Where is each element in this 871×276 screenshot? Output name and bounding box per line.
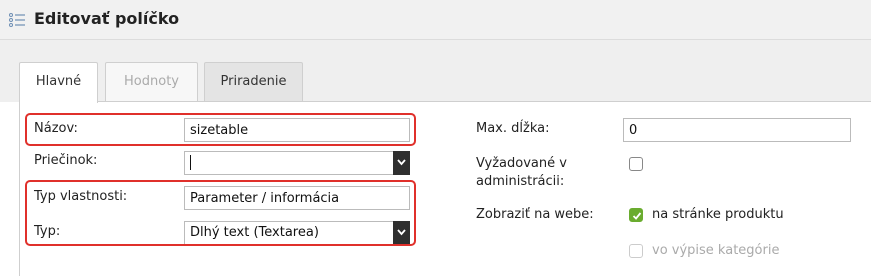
- show-on-web-label: Zobraziť na webe:: [476, 207, 594, 222]
- folder-label: Priečinok:: [34, 153, 98, 168]
- required-label-line1: Vyžadované v: [476, 156, 567, 171]
- tab-priradenie[interactable]: Priradenie: [204, 62, 303, 101]
- highlight-name: [25, 113, 416, 146]
- highlight-type-group: [25, 180, 416, 246]
- chevron-down-icon[interactable]: [393, 151, 410, 175]
- required-label-line2: administrácii:: [476, 174, 565, 189]
- maxlen-label: Max. dĺžka:: [476, 121, 550, 136]
- show-product-label: na stránke produktu: [652, 207, 784, 222]
- page-title: Editovať políčko: [34, 9, 180, 28]
- show-product-checkbox[interactable]: [629, 208, 643, 222]
- tab-hodnoty: Hodnoty: [105, 62, 198, 101]
- text-caret: [190, 155, 191, 170]
- required-checkbox[interactable]: [629, 157, 643, 171]
- header-bar: Editovať políčko: [0, 0, 871, 40]
- tab-hlavne[interactable]: Hlavné: [19, 62, 98, 103]
- show-category-label: vo výpise kategórie: [652, 243, 780, 258]
- folder-select[interactable]: [184, 151, 410, 175]
- maxlen-field[interactable]: [623, 118, 851, 142]
- show-category-checkbox: [629, 244, 643, 258]
- list-icon: [9, 12, 25, 28]
